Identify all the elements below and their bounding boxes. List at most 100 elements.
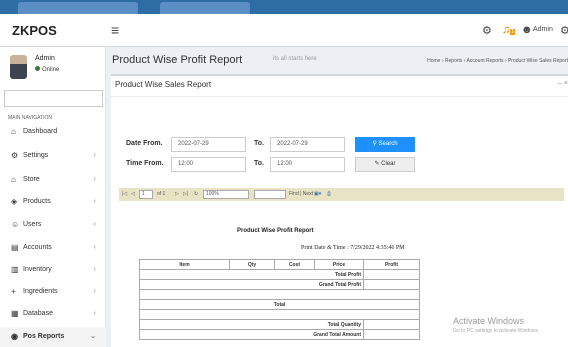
total-quantity-label: Total Quantity (139, 319, 364, 330)
sidebar-search-input[interactable] (4, 90, 103, 107)
notification-badge: 1 (510, 29, 516, 35)
sidebar-item-label: Store (23, 176, 40, 183)
page-subtitle: its all starts here (273, 56, 317, 62)
page-title: Product Wise Profit Report (112, 54, 243, 66)
time-from-label: Time From. (126, 160, 164, 167)
refresh-icon[interactable]: ↻ (194, 188, 198, 201)
activate-windows-subtext: Go to PC settings to activate Windows. (453, 328, 540, 334)
dashboard-icon: ⌂ (11, 127, 16, 136)
nav-heading: MAIN NAVIGATION (8, 115, 52, 121)
clear-button[interactable]: ✎ Clear (355, 157, 415, 172)
find-next-link[interactable]: Find | Next (289, 188, 313, 201)
sidebar-item-label: Products (23, 198, 51, 205)
brand-logo[interactable]: ZKPOS Restaurant (0, 14, 106, 71)
date-to-input[interactable]: 2022-07-29 (270, 137, 345, 152)
header-admin-label[interactable]: Admin (533, 26, 553, 33)
time-from-input[interactable]: 12:00 (171, 157, 246, 172)
browser-tab[interactable] (18, 2, 138, 14)
sidebar-item-inventory[interactable]: ▥ Inventory ‹ (0, 260, 106, 280)
zoom-select[interactable]: 100% (203, 190, 249, 199)
report-viewer-toolbar: |◁ ◁ 1 of 1 ▷ ▷| ↻ 100% Find | Next ▣▾ ⎙ (119, 188, 564, 201)
column-header: Item (139, 259, 230, 270)
total-profit-label: Total Profit (139, 269, 364, 280)
breadcrumb[interactable]: Home › Reports › Account Reports › Produ… (427, 58, 568, 64)
page-total: of 1 (157, 191, 166, 197)
sidebar-item-label: Inventory (23, 266, 52, 273)
user-panel: Admin Online (0, 47, 106, 87)
box-title: Product Wise Sales Report (115, 80, 212, 89)
search-button-label: Search (378, 141, 398, 147)
time-to-input[interactable]: 12:00 (270, 157, 345, 172)
prev-page-icon[interactable]: ◁ (131, 188, 135, 201)
menu-toggle-icon[interactable]: ≡ (111, 22, 119, 38)
settings-icon: ⚙ (11, 151, 19, 160)
chevron-down-icon: ⌄ (90, 333, 96, 340)
sidebar-item-store[interactable]: ⌂ Store ‹ (0, 170, 106, 190)
notifications-icon[interactable]: ♫1 (502, 24, 516, 36)
date-to-label: To. (254, 140, 264, 147)
chevron-left-icon: ‹ (93, 288, 96, 295)
sidebar-item-label: Accounts (23, 244, 52, 251)
table-row: Grand Total Profit (139, 279, 420, 290)
browser-tab-strip (0, 0, 568, 14)
sidebar-item-database[interactable]: ▦ Database ‹ (0, 304, 106, 324)
date-from-input[interactable]: 2022-07-29 (171, 137, 246, 152)
last-page-icon[interactable]: ▷| (183, 188, 188, 201)
table-header-row: Item Qty Cost Price Profit (139, 259, 420, 270)
search-button[interactable]: ⚲ Search (355, 137, 415, 152)
export-icon[interactable]: ▣▾ (314, 188, 321, 201)
chevron-left-icon: ‹ (93, 198, 96, 205)
table-row: Total Quantity (139, 319, 420, 330)
users-icon: ☺ (11, 220, 20, 229)
chevron-left-icon: ‹ (93, 310, 96, 317)
find-input[interactable] (254, 190, 286, 199)
column-header: Profit (363, 259, 420, 270)
user-avatar-icon[interactable]: ☻ (521, 24, 533, 36)
sidebar-item-label: Pos Reports (23, 333, 65, 340)
chevron-left-icon: ‹ (93, 221, 96, 228)
sidebar-item-settings[interactable]: ⚙ Settings ‹ (0, 146, 106, 166)
sidebar-item-dashboard[interactable]: ⌂ Dashboard (0, 122, 106, 142)
table-row: Grand Total Amount (139, 329, 420, 340)
sidebar-item-ingredients[interactable]: + Ingredients ‹ (0, 282, 106, 302)
plus-icon: + (11, 287, 16, 296)
chevron-left-icon: ‹ (93, 244, 96, 251)
sidebar: Admin Online MAIN NAVIGATION ⌂ Dashboard… (0, 47, 106, 347)
inventory-icon: ▥ (11, 265, 19, 274)
activate-windows-watermark: Activate Windows (453, 316, 525, 326)
sidebar-item-label: Dashboard (23, 128, 58, 135)
grand-total-profit-value (363, 279, 420, 290)
report-table: Item Qty Cost Price Profit Total Profit … (139, 259, 420, 340)
chevron-left-icon: ‹ (93, 176, 96, 183)
gear-icon[interactable]: ⚙ (560, 24, 568, 37)
sidebar-item-label: Users (23, 221, 42, 228)
empty-cell (139, 309, 420, 320)
report-title: Product Wise Profit Report (237, 228, 314, 234)
total-label: Total (139, 299, 420, 310)
table-row (139, 309, 420, 320)
table-row: Total (139, 299, 420, 310)
report-box: Product Wise Sales Report – × Date From.… (111, 74, 568, 347)
print-icon[interactable]: ⎙ (327, 188, 331, 201)
grand-total-profit-label: Grand Total Profit (139, 279, 364, 290)
sidebar-item-label: Database (23, 310, 53, 317)
user-status-text: Online (42, 67, 60, 73)
page-number-input[interactable]: 1 (139, 190, 153, 199)
browser-tab[interactable] (160, 2, 250, 14)
main-content: Product Wise Profit Report its all start… (106, 47, 568, 347)
time-to-label: To. (254, 160, 264, 167)
total-profit-value (363, 269, 420, 280)
divider (111, 96, 568, 97)
box-tools[interactable]: – × (558, 80, 568, 87)
date-from-label: Date From. (126, 140, 163, 147)
first-page-icon[interactable]: |◁ (122, 188, 127, 201)
sidebar-item-products[interactable]: ◈ Products ‹ (0, 192, 106, 212)
sidebar-item-accounts[interactable]: ▤ Accounts ‹ (0, 238, 106, 258)
sidebar-item-users[interactable]: ☺ Users ‹ (0, 215, 106, 235)
column-header: Qty (229, 259, 275, 270)
sidebar-item-pos-reports[interactable]: ◉ Pos Reports ⌄ (0, 327, 106, 347)
next-page-icon[interactable]: ▷ (175, 188, 179, 201)
table-row (139, 289, 420, 300)
settings-gear-icon[interactable]: ⚙ (482, 24, 492, 37)
user-name: Admin (35, 55, 55, 62)
